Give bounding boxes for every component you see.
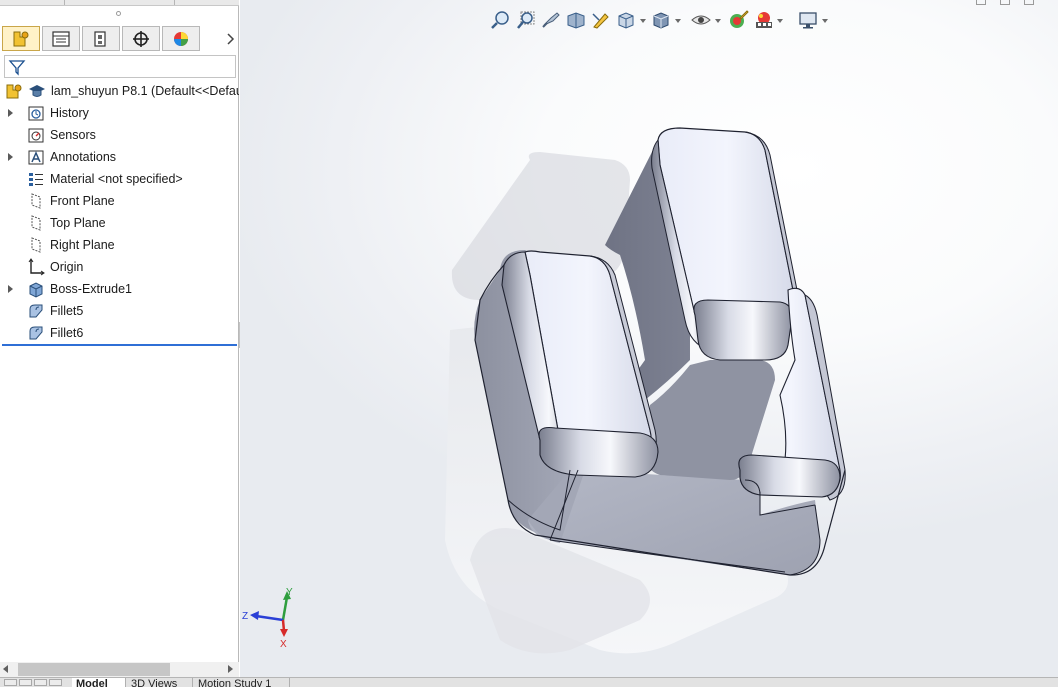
tree-item-label: Annotations xyxy=(50,150,117,164)
tree-rollback-bar[interactable] xyxy=(2,344,237,346)
triad-x-label: X xyxy=(280,639,287,650)
tree-item-history[interactable]: History xyxy=(0,102,239,124)
featuremanager-panel: lam_shuyun P8.1 (Default<<Default>_Displ… xyxy=(0,0,239,686)
tree-root-label: lam_shuyun P8.1 (Default<<Default>_Displ… xyxy=(51,84,239,98)
graphics-area[interactable]: Y Z X xyxy=(240,0,1058,677)
history-icon xyxy=(28,106,44,121)
tree-root-part[interactable]: lam_shuyun P8.1 (Default<<Default>_Displ… xyxy=(0,80,239,102)
sensors-icon xyxy=(28,128,44,143)
part-model-view[interactable] xyxy=(240,0,1058,677)
tree-item-label: Boss-Extrude1 xyxy=(50,282,132,296)
tree-item-fillet6[interactable]: Fillet6 xyxy=(0,322,239,344)
fillet-icon xyxy=(29,304,43,318)
expand-arrow-icon[interactable] xyxy=(8,109,13,117)
student-edition-icon xyxy=(29,85,45,97)
tree-item-label: Right Plane xyxy=(50,238,115,252)
material-icon xyxy=(29,173,43,186)
panel-top-strip xyxy=(0,0,239,6)
tree-item-origin[interactable]: Origin xyxy=(0,256,239,278)
tree-item-material-not-specified[interactable]: Material <not specified> xyxy=(0,168,239,190)
tree-filter-field[interactable] xyxy=(4,55,236,78)
plane-icon xyxy=(31,193,41,209)
panel-horizontal-scrollbar[interactable] xyxy=(0,662,239,677)
extrude-icon xyxy=(29,282,43,298)
annotations-icon xyxy=(28,150,44,165)
configurationmanager-icon xyxy=(94,30,106,47)
tree-item-fillet5[interactable]: Fillet5 xyxy=(0,300,239,322)
display-manager-icon xyxy=(174,31,188,46)
fillet-icon xyxy=(29,326,43,340)
scroll-left-arrow-icon[interactable] xyxy=(3,665,8,673)
tree-item-boss-extrude1[interactable]: Boss-Extrude1 xyxy=(0,278,239,300)
featuremanager-tab[interactable] xyxy=(2,26,40,51)
next-tab-button[interactable] xyxy=(34,679,47,686)
configurationmanager-tab[interactable] xyxy=(82,26,120,51)
tree-item-top-plane[interactable]: Top Plane xyxy=(0,212,239,234)
propertymanager-tab[interactable] xyxy=(42,26,80,51)
tree-item-right-plane[interactable]: Right Plane xyxy=(0,234,239,256)
tree-item-label: Fillet5 xyxy=(50,304,84,318)
previous-tab-button[interactable] xyxy=(19,679,32,686)
dimxpert-tab[interactable] xyxy=(122,26,160,51)
plane-icon xyxy=(31,215,41,231)
chevron-right-icon xyxy=(227,33,235,45)
tree-item-front-plane[interactable]: Front Plane xyxy=(0,190,239,212)
last-tab-button[interactable] xyxy=(49,679,62,686)
tree-item-annotations[interactable]: Annotations xyxy=(0,146,239,168)
panel-splitter-handle[interactable] xyxy=(116,11,121,16)
propertymanager-icon xyxy=(52,30,70,47)
panel-tab-bar xyxy=(2,26,239,52)
triad-y-label: Y xyxy=(286,587,293,598)
expand-arrow-icon[interactable] xyxy=(8,285,13,293)
tree-item-label: Top Plane xyxy=(50,216,106,230)
tree-item-label: Material <not specified> xyxy=(50,172,183,186)
tree-item-label: Origin xyxy=(50,260,84,274)
scrollbar-thumb[interactable] xyxy=(18,663,170,676)
plane-icon xyxy=(31,237,41,253)
tab-scroll-right-button[interactable] xyxy=(224,30,238,48)
featuremanager-icon xyxy=(13,31,29,46)
tree-item-label: Sensors xyxy=(50,128,96,142)
dimxpert-icon xyxy=(133,30,149,47)
first-tab-button[interactable] xyxy=(4,679,17,686)
scroll-right-arrow-icon[interactable] xyxy=(228,665,233,673)
tree-item-label: Fillet6 xyxy=(50,326,84,340)
triad-z-label: Z xyxy=(242,611,248,622)
tree-item-label: History xyxy=(50,106,89,120)
reference-triad: Y Z X xyxy=(242,587,293,650)
origin-icon xyxy=(28,258,45,276)
tree-item-label: Front Plane xyxy=(50,194,115,208)
display-manager-tab[interactable] xyxy=(162,26,200,51)
part-icon xyxy=(6,84,22,99)
filter-icon xyxy=(8,59,26,76)
expand-arrow-icon[interactable] xyxy=(8,153,13,161)
tree-item-sensors[interactable]: Sensors xyxy=(0,124,239,146)
